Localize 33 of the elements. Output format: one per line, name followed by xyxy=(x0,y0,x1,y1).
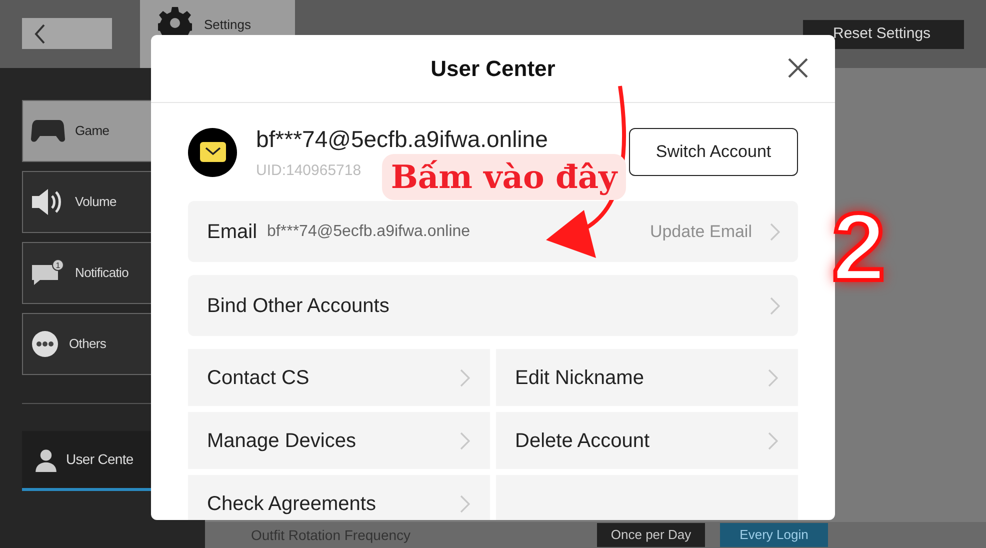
dialog-title: User Center xyxy=(430,55,556,83)
chevron-icon xyxy=(770,222,780,240)
menu-row[interactable]: Contact CS xyxy=(188,349,490,406)
option-button[interactable]: Every Login xyxy=(720,523,828,547)
close-button[interactable] xyxy=(787,57,809,79)
gamepad-icon xyxy=(31,118,65,144)
settings-tab-label: Settings xyxy=(204,18,251,31)
email-label: Email xyxy=(207,220,258,244)
switch-account-button[interactable]: Switch Account xyxy=(629,128,798,176)
more-icon xyxy=(31,330,59,358)
back-icon xyxy=(34,24,46,44)
menu-row[interactable]: Edit Nickname xyxy=(496,349,798,406)
chevron-icon xyxy=(460,432,470,450)
chevron-icon xyxy=(768,432,778,450)
email-value: bf***74@5ecfb.a9ifwa.online xyxy=(267,222,472,242)
chevron-icon xyxy=(460,494,470,512)
bind-accounts-row[interactable]: Bind Other Accounts xyxy=(188,275,798,336)
chevron-icon xyxy=(460,368,470,386)
menu-row[interactable]: Delete Account xyxy=(496,412,798,469)
email-row[interactable]: Email bf***74@5ecfb.a9ifwa.online Update Email xyxy=(188,201,798,262)
menu-row[interactable]: Manage Devices xyxy=(188,412,490,469)
option-button[interactable]: Once per Day xyxy=(597,523,705,547)
user-icon xyxy=(34,448,58,472)
callout-label: Bấm vào đây xyxy=(382,154,626,200)
account-name: bf***74@5ecfb.a9ifwa.online xyxy=(256,124,548,154)
chevron-icon xyxy=(770,296,780,314)
menu-row[interactable]: Check Agreements xyxy=(188,475,490,520)
reset-settings-button[interactable]: Reset Settings xyxy=(803,20,964,49)
account-uid: UID:140965718 xyxy=(256,161,362,181)
step-number: 2 xyxy=(832,200,886,296)
chevron-icon xyxy=(768,368,778,386)
setting-label: Outfit Rotation Frequency xyxy=(251,526,412,545)
envelope-icon xyxy=(200,142,226,162)
